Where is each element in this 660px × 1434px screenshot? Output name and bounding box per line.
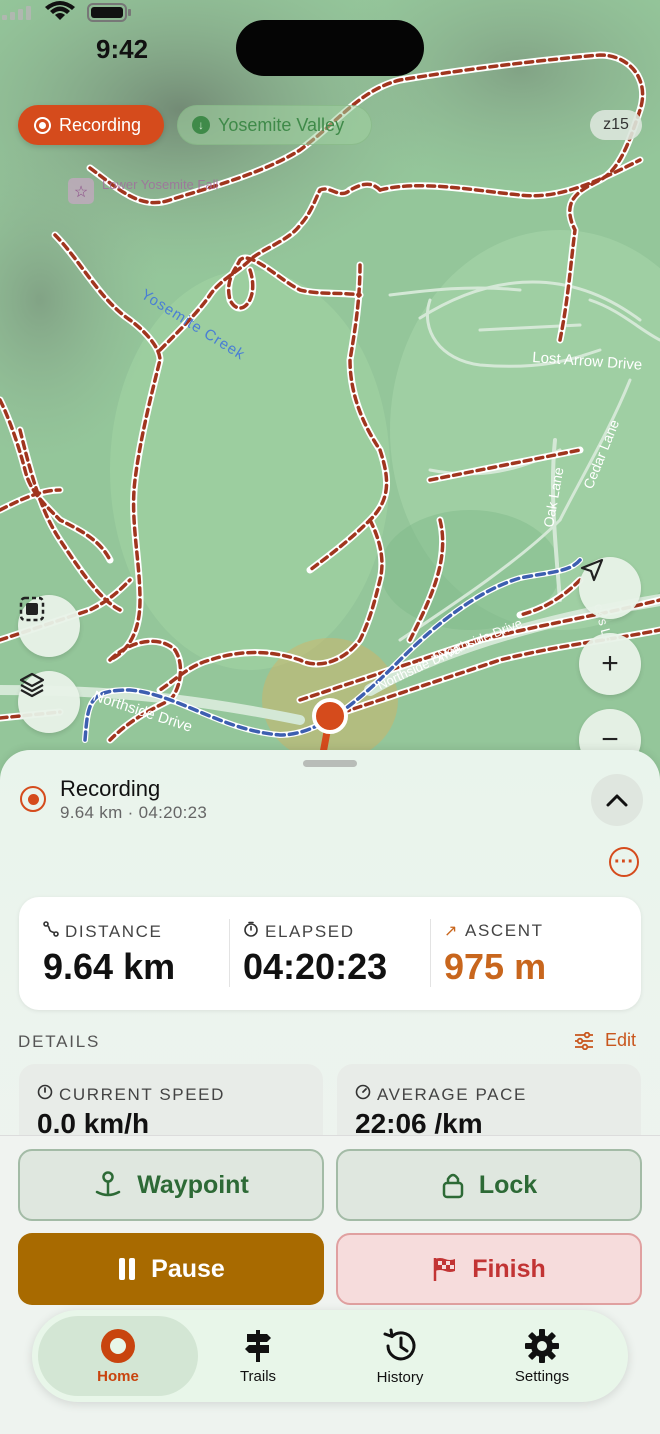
stat-distance: DISTANCE 9.64 km bbox=[43, 897, 233, 1010]
layers-icon bbox=[19, 672, 45, 698]
tab-trails[interactable]: Trails bbox=[178, 1316, 338, 1396]
tab-home-label: Home bbox=[97, 1367, 139, 1385]
sheet-grabber[interactable] bbox=[303, 760, 357, 767]
map-view[interactable]: ☆ Lower Yosemite Fall Yosemite Creek Los… bbox=[0, 0, 660, 780]
stat-distance-value: 9.64 km bbox=[43, 946, 176, 987]
zoom-level-badge: z15 bbox=[590, 110, 642, 140]
zoom-in-button[interactable]: + bbox=[579, 633, 641, 695]
tab-settings-label: Settings bbox=[514, 1367, 570, 1385]
sheet-title: Recording bbox=[60, 776, 161, 801]
stats-card: DISTANCE 9.64 km ELAPSED 04:20:23 ↗ ASCE… bbox=[19, 897, 641, 1010]
tab-bar: Home Trails History Settings bbox=[32, 1310, 628, 1402]
waypoint-pin-icon bbox=[95, 1171, 121, 1197]
current-position-marker bbox=[312, 698, 348, 734]
stat-ascent-label: ASCENT bbox=[465, 921, 544, 940]
select-area-button[interactable] bbox=[18, 595, 80, 657]
gauge-icon bbox=[355, 1084, 371, 1105]
stat-distance-label: DISTANCE bbox=[65, 921, 163, 941]
ascent-arrow-icon: ↗ bbox=[444, 923, 460, 940]
select-area-icon bbox=[19, 596, 45, 622]
edit-details-button[interactable]: Edit bbox=[573, 1030, 636, 1051]
details-heading: DETAILS bbox=[18, 1032, 101, 1051]
wifi-icon bbox=[45, 1, 75, 20]
record-icon bbox=[101, 1328, 135, 1363]
stat-elapsed: ELAPSED 04:20:23 bbox=[243, 897, 433, 1010]
edit-label: Edit bbox=[605, 1030, 637, 1050]
record-icon bbox=[20, 786, 46, 812]
locate-button[interactable] bbox=[579, 557, 641, 619]
sliders-icon bbox=[575, 1031, 593, 1050]
layers-button[interactable] bbox=[18, 671, 80, 733]
detail-average-pace-label: AVERAGE PACE bbox=[377, 1084, 527, 1104]
tab-trails-label: Trails bbox=[239, 1367, 277, 1385]
recording-pill[interactable]: Recording bbox=[18, 105, 164, 145]
waypoint-button[interactable]: Waypoint bbox=[18, 1149, 324, 1221]
status-icons bbox=[2, 1, 131, 22]
ellipsis-icon: ··· bbox=[614, 851, 634, 873]
svg-text:☆: ☆ bbox=[74, 184, 88, 201]
finish-button[interactable]: Finish bbox=[336, 1233, 642, 1305]
collapse-button[interactable] bbox=[591, 774, 643, 826]
chevron-up-icon bbox=[606, 794, 628, 807]
route-icon bbox=[43, 921, 59, 942]
plus-icon: + bbox=[601, 647, 619, 680]
history-clock-icon bbox=[383, 1328, 416, 1360]
tab-home[interactable]: Home bbox=[38, 1316, 198, 1396]
battery-icon bbox=[87, 3, 131, 22]
tab-history[interactable]: History bbox=[320, 1316, 480, 1396]
tab-settings[interactable]: Settings bbox=[462, 1316, 622, 1396]
pause-icon bbox=[119, 1258, 136, 1280]
pause-label: Pause bbox=[151, 1254, 225, 1283]
lock-icon bbox=[442, 1173, 464, 1199]
sheet-subtitle: 9.64 km · 04:20:23 bbox=[60, 803, 208, 822]
checkered-flag-icon bbox=[433, 1258, 456, 1281]
tab-history-label: History bbox=[376, 1368, 424, 1386]
map-label-poi: Lower Yosemite Fall bbox=[102, 177, 218, 192]
action-panel: Waypoint Lock Pause Finish bbox=[0, 1135, 660, 1310]
gear-icon bbox=[525, 1328, 559, 1363]
status-bar: 9:42 bbox=[0, 0, 660, 96]
finish-label: Finish bbox=[472, 1254, 546, 1283]
stat-elapsed-value: 04:20:23 bbox=[243, 946, 388, 987]
recording-pill-label: Recording bbox=[59, 114, 142, 135]
locate-arrow-icon bbox=[580, 558, 604, 582]
record-icon bbox=[34, 116, 51, 134]
status-time: 9:42 bbox=[96, 34, 149, 64]
lock-label: Lock bbox=[478, 1170, 538, 1199]
stat-elapsed-label: ELAPSED bbox=[265, 921, 355, 941]
download-icon: ↓ bbox=[192, 116, 210, 134]
place-pill-label: Yosemite Valley bbox=[218, 114, 345, 135]
detail-current-speed-label: CURRENT SPEED bbox=[59, 1084, 225, 1104]
lock-button[interactable]: Lock bbox=[336, 1149, 642, 1221]
speedometer-icon bbox=[37, 1084, 53, 1105]
timer-icon bbox=[243, 921, 259, 942]
dynamic-island bbox=[236, 20, 424, 76]
stat-ascent-value: 975 m bbox=[444, 946, 547, 987]
cellular-signal-icon bbox=[2, 6, 31, 20]
place-pill[interactable]: ↓ Yosemite Valley bbox=[177, 105, 372, 145]
pause-button[interactable]: Pause bbox=[18, 1233, 324, 1305]
signpost-icon bbox=[245, 1329, 271, 1362]
more-options-button[interactable]: ··· bbox=[609, 847, 639, 877]
waypoint-label: Waypoint bbox=[137, 1170, 249, 1199]
stat-ascent: ↗ ASCENT 975 m bbox=[444, 897, 634, 1010]
